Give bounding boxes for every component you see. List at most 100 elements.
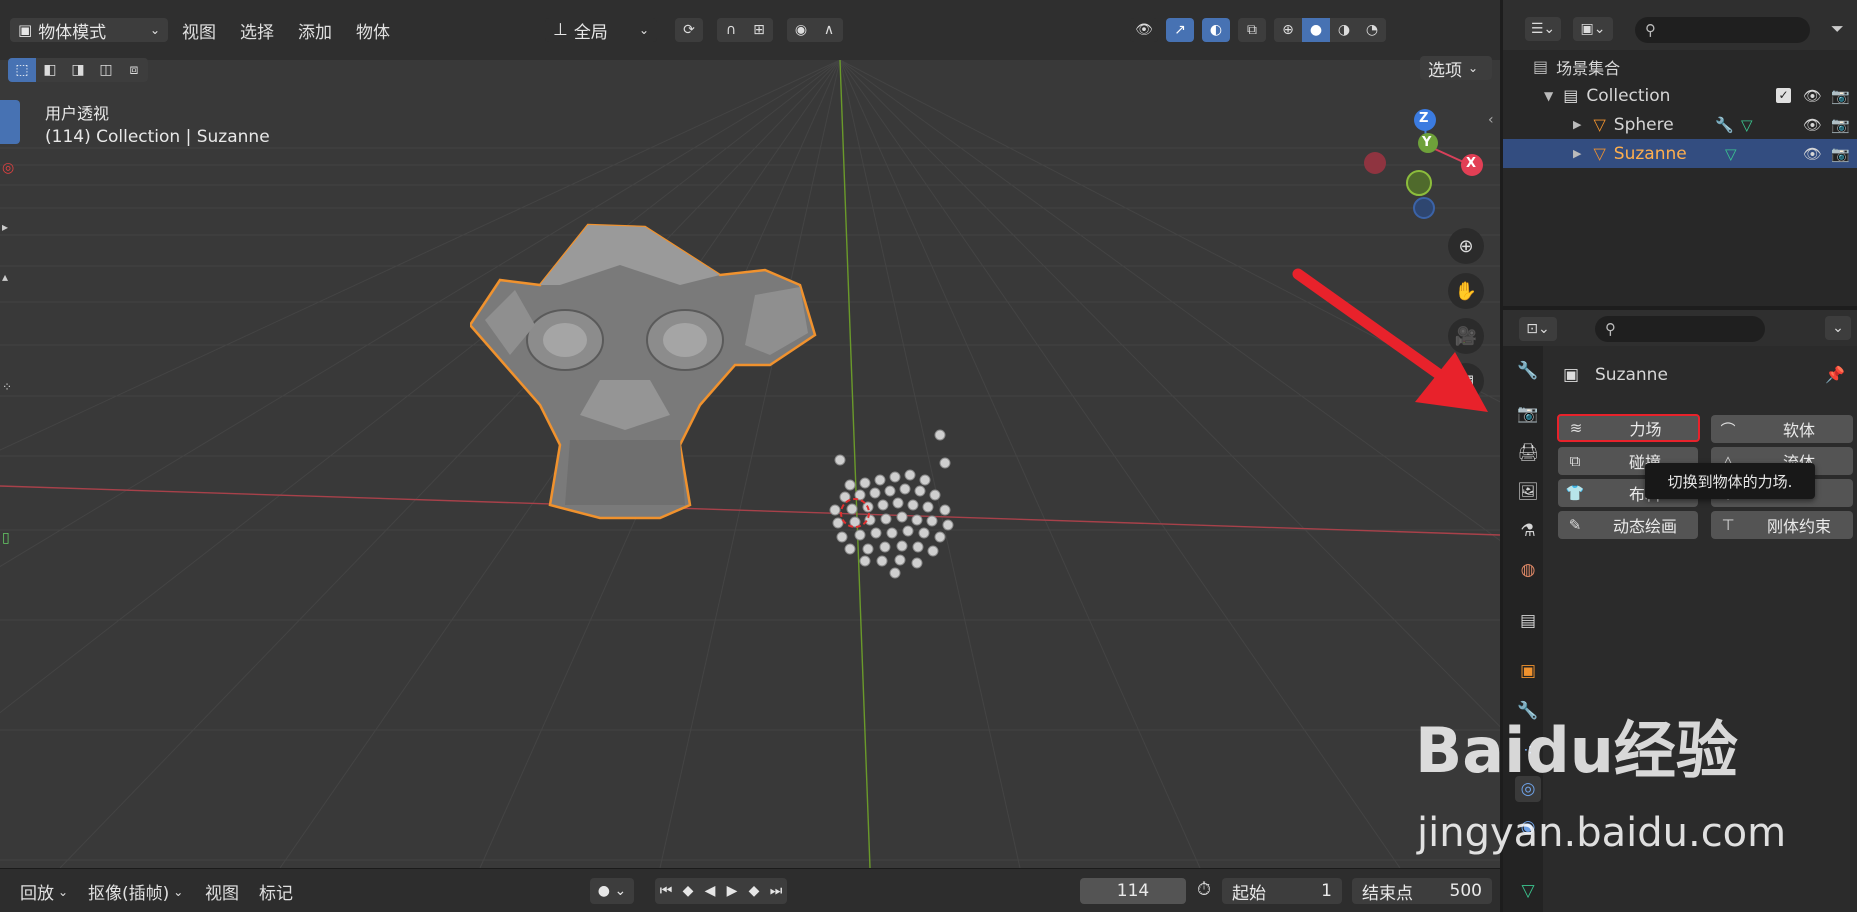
- rotate-tool-icon[interactable]: ▴: [2, 270, 8, 284]
- output-tab-icon[interactable]: 🖨: [1515, 440, 1541, 466]
- xray-icon[interactable]: ⧉: [1238, 18, 1266, 42]
- chevron-down-icon[interactable]: ⌄: [1825, 316, 1851, 340]
- overlays-icon[interactable]: ◐: [1202, 18, 1230, 42]
- collection-icon: ▤: [1563, 86, 1579, 105]
- sidebar-toggle-icon[interactable]: ‹: [1488, 112, 1494, 128]
- move-tool-icon[interactable]: ▸: [2, 220, 8, 234]
- object-name: Suzanne: [1595, 365, 1668, 385]
- falloff-icon[interactable]: ∧: [815, 18, 843, 42]
- play-reverse-icon[interactable]: ◀: [699, 878, 721, 904]
- jump-start-icon[interactable]: ⏮: [655, 878, 677, 904]
- outliner-row-scene-collection[interactable]: ▤ 场景集合: [1503, 52, 1857, 81]
- eye-icon[interactable]: 👁: [1803, 87, 1822, 105]
- x-axis-label: X: [1466, 156, 1477, 171]
- timeline-view-menu[interactable]: 视图: [205, 879, 239, 904]
- navigation-gizmo[interactable]: Z Y X: [1360, 105, 1490, 225]
- menu-select[interactable]: 选择: [230, 18, 284, 43]
- rigid-body-constraint-button[interactable]: ⊤ 刚体约束: [1711, 511, 1853, 539]
- proportional-edit-icon[interactable]: ◉: [787, 18, 815, 42]
- dynamic-paint-button[interactable]: ✎ 动态绘画: [1558, 511, 1698, 539]
- next-keyframe-icon[interactable]: ◆: [743, 878, 765, 904]
- world-tab-icon[interactable]: ◍: [1515, 557, 1541, 583]
- annotate-tool-icon[interactable]: ▯: [2, 530, 10, 546]
- force-field-button[interactable]: ≋ 力场: [1557, 414, 1700, 442]
- select-subtract-icon[interactable]: ◨: [64, 58, 92, 82]
- 3d-viewport[interactable]: ▣ 物体模式 ⌄ 视图 选择 添加 物体 ⊥ 全局 ⌄ ⟳ ∩ ⊞ ◉ ∧ 👁 …: [0, 0, 1500, 868]
- soft-body-button[interactable]: ⌒ 软体: [1711, 415, 1853, 443]
- collection-tab-icon[interactable]: ▤: [1515, 608, 1541, 634]
- pin-icon[interactable]: 📌: [1825, 365, 1845, 384]
- outliner-header: ☰⌄ ▣⌄ ⚲ ⏷: [1503, 0, 1857, 50]
- suzanne-mesh[interactable]: [470, 215, 850, 525]
- scene-tab-icon[interactable]: ⚗: [1515, 518, 1541, 544]
- render-tab-icon[interactable]: 📷: [1515, 401, 1541, 427]
- gizmo-icon[interactable]: ↗: [1166, 18, 1194, 42]
- object-tab-icon[interactable]: ▣: [1515, 658, 1541, 684]
- expand-arrow-icon[interactable]: ▶: [1573, 147, 1581, 160]
- transform-orientation-dropdown[interactable]: ⊥ 全局 ⌄: [545, 18, 657, 43]
- auto-keying-icon[interactable]: ● ⌄: [590, 878, 634, 904]
- outliner-row-collection[interactable]: ▼ ▤ Collection ✓ 👁 📷: [1503, 81, 1857, 110]
- eye-icon[interactable]: 👁: [1803, 116, 1822, 134]
- mesh-data-icon: ▽: [1725, 144, 1737, 163]
- select-box-tool-icon[interactable]: [0, 100, 20, 144]
- chevron-down-icon: ⌄: [638, 23, 649, 37]
- tool-tab-icon[interactable]: 🔧: [1515, 358, 1541, 384]
- outliner-row-suzanne[interactable]: ▶ ▽ Suzanne ▽ 👁 📷: [1503, 139, 1857, 168]
- playback-dropdown[interactable]: 回放 ⌄: [20, 879, 68, 904]
- outliner-search-input[interactable]: ⚲: [1635, 17, 1810, 43]
- transform-tool-icon[interactable]: ⁘: [2, 380, 12, 394]
- properties-editor: ⊡⌄ ⚲ ⌄ 🔧 📷 🖨 🖼 ⚗ ◍ ▤ ▣ 🔧 ⁖ ◎ ◉ ▽ ▣ Suzan…: [1415, 310, 1857, 912]
- select-intersect-icon[interactable]: ⧈: [120, 58, 148, 82]
- display-mode-icon[interactable]: ☰⌄: [1525, 17, 1561, 41]
- wrench-modifier-icon: 🔧: [1715, 115, 1734, 134]
- view-layer-tab-icon[interactable]: 🖼: [1515, 479, 1541, 505]
- stopwatch-icon[interactable]: ⏱: [1197, 879, 1211, 900]
- menu-object[interactable]: 物体: [346, 18, 400, 43]
- end-frame-field[interactable]: 结束点 500: [1352, 878, 1492, 904]
- jump-end-icon[interactable]: ⏭: [765, 878, 787, 904]
- pivot-icon[interactable]: ⟳: [675, 18, 703, 42]
- exclude-checkbox[interactable]: ✓: [1776, 88, 1791, 103]
- search-icon: ⚲: [1645, 21, 1656, 39]
- rendered-shading-icon[interactable]: ◔: [1358, 18, 1386, 42]
- data-tab-icon[interactable]: ▽: [1515, 878, 1541, 904]
- tooltip: 切换到物体的力场.: [1645, 463, 1815, 499]
- expand-arrow-icon[interactable]: ▼: [1544, 89, 1553, 103]
- material-shading-icon[interactable]: ◑: [1330, 18, 1358, 42]
- zoom-icon[interactable]: ⊕: [1448, 228, 1484, 264]
- visibility-icon[interactable]: 👁: [1130, 18, 1158, 42]
- select-invert-icon[interactable]: ◫: [92, 58, 120, 82]
- outliner-row-sphere[interactable]: ▶ ▽ Sphere 🔧 ▽ 👁 📷: [1503, 110, 1857, 139]
- select-extend-icon[interactable]: ◧: [36, 58, 64, 82]
- current-frame-field[interactable]: 114: [1080, 878, 1186, 904]
- prev-keyframe-icon[interactable]: ◆: [677, 878, 699, 904]
- select-new-icon[interactable]: ⬚: [8, 58, 36, 82]
- wireframe-shading-icon[interactable]: ⊕: [1274, 18, 1302, 42]
- expand-arrow-icon[interactable]: ▶: [1573, 118, 1581, 131]
- timeline-marker-menu[interactable]: 标记: [259, 879, 293, 904]
- solid-shading-icon[interactable]: ●: [1302, 18, 1330, 42]
- properties-search-input[interactable]: ⚲: [1595, 316, 1765, 342]
- eye-icon[interactable]: 👁: [1803, 145, 1822, 163]
- keying-dropdown[interactable]: 抠像(插帧) ⌄: [88, 879, 183, 904]
- editor-type-icon[interactable]: ⊡⌄: [1519, 317, 1557, 341]
- chevron-down-icon: ⌄: [1468, 61, 1479, 75]
- render-camera-icon[interactable]: 📷: [1831, 145, 1850, 163]
- filter-icon[interactable]: ⏷: [1831, 19, 1844, 39]
- viewport-header: ▣ 物体模式 ⌄ 视图 选择 添加 物体 ⊥ 全局 ⌄ ⟳ ∩ ⊞ ◉ ∧ 👁 …: [0, 0, 1500, 82]
- start-frame-field[interactable]: 起始 1: [1222, 878, 1342, 904]
- play-icon[interactable]: ▶: [721, 878, 743, 904]
- particle-cloud: [829, 429, 954, 579]
- mode-dropdown[interactable]: ▣ 物体模式 ⌄: [10, 18, 168, 43]
- render-camera-icon[interactable]: 📷: [1831, 87, 1850, 105]
- menu-view[interactable]: 视图: [172, 18, 226, 43]
- render-camera-icon[interactable]: 📷: [1831, 116, 1850, 134]
- cursor-tool-icon[interactable]: ◎: [2, 160, 16, 180]
- snap-increment-icon[interactable]: ⊞: [745, 18, 773, 42]
- filter-view-icon[interactable]: ▣⌄: [1573, 17, 1613, 41]
- menu-add[interactable]: 添加: [288, 18, 342, 43]
- snap-icon[interactable]: ∩: [717, 18, 745, 42]
- options-dropdown[interactable]: 选项 ⌄: [1420, 56, 1492, 81]
- object-mode-icon: ▣: [18, 21, 33, 39]
